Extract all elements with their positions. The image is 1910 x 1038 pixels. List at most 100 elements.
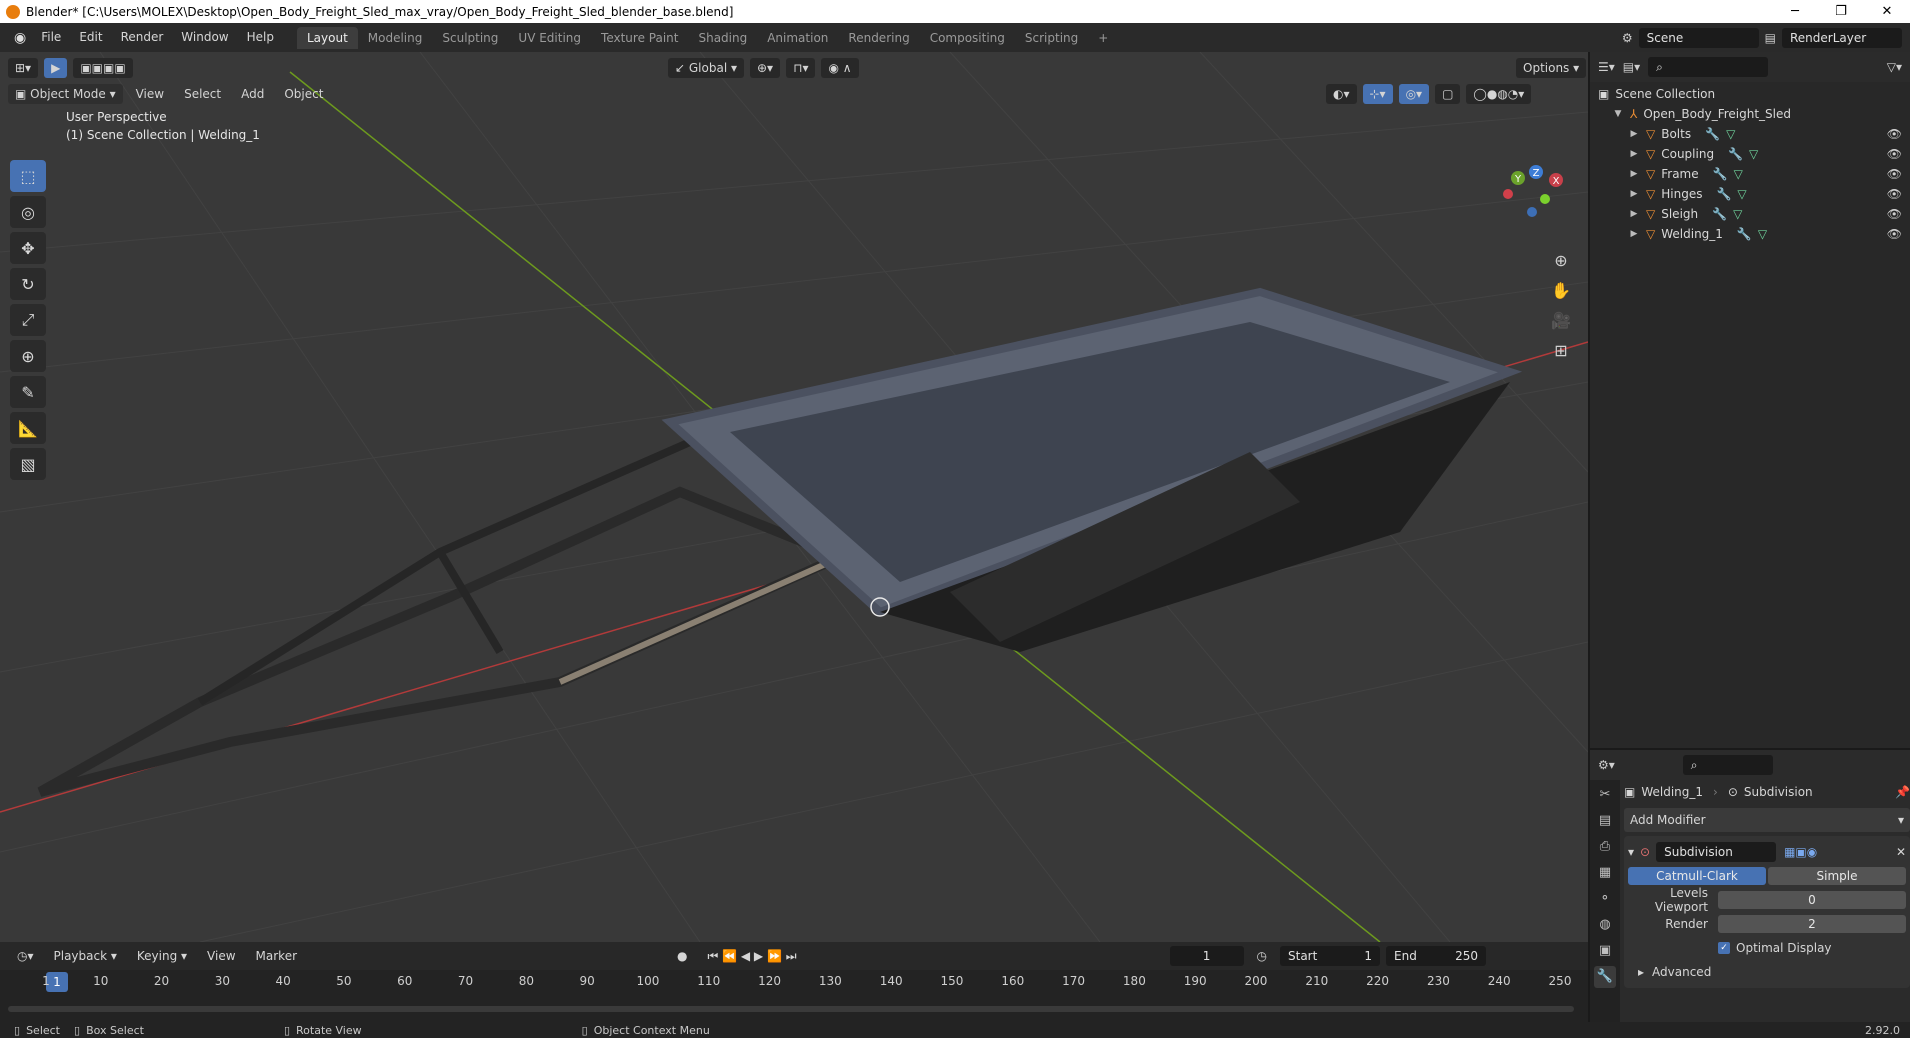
modifier-wrench-icon[interactable]: 🔧 <box>1737 227 1752 241</box>
render-levels-field[interactable]: 2 <box>1718 915 1906 933</box>
editor-type-icon[interactable]: ⊞▾ <box>8 58 39 78</box>
transform-orientation-dropdown[interactable]: ↙ Global ▾ <box>668 58 744 78</box>
eye-icon[interactable]: 👁 <box>1887 147 1902 161</box>
simple-button[interactable]: Simple <box>1768 867 1906 885</box>
tab-rendering[interactable]: Rendering <box>838 27 919 49</box>
tab-uv-editing[interactable]: UV Editing <box>508 27 591 49</box>
expand-icon[interactable]: ▶ <box>1628 189 1640 199</box>
outliner-object-row[interactable]: ▶ ▽ Sleigh 🔧 ▽ 👁 <box>1590 204 1910 224</box>
expand-icon[interactable]: ▶ <box>1628 169 1640 179</box>
select-box-tool-icon[interactable]: ⬚ <box>10 160 46 192</box>
measure-tool-icon[interactable]: 📐 <box>10 412 46 444</box>
expand-icon[interactable]: ▶ <box>1628 149 1640 159</box>
properties-editor-type-icon[interactable]: ⚙▾ <box>1598 758 1615 772</box>
sled-model[interactable] <box>37 287 1523 797</box>
object-tab-icon[interactable]: ▣ <box>1594 940 1616 962</box>
eye-icon[interactable]: 👁 <box>1887 227 1902 241</box>
scale-tool-icon[interactable]: ⤢ <box>10 304 46 336</box>
outliner-object-row[interactable]: ▶ ▽ Hinges 🔧 ▽ 👁 <box>1590 184 1910 204</box>
selection-modes-icon[interactable]: ▣▣▣▣ <box>73 58 133 78</box>
maximize-icon[interactable]: ❐ <box>1818 4 1864 19</box>
object-mode-dropdown[interactable]: ▣ Object Mode ▾ <box>8 84 123 104</box>
transform-tool-icon[interactable]: ⊕ <box>10 340 46 372</box>
menu-marker[interactable]: Marker <box>249 949 304 963</box>
advanced-subpanel[interactable]: ▸ Advanced <box>1628 960 1906 984</box>
outliner-object-row[interactable]: ▶ ▽ Bolts 🔧 ▽ 👁 <box>1590 124 1910 144</box>
expand-icon[interactable]: ▶ <box>1628 229 1640 239</box>
eye-icon[interactable]: 👁 <box>1887 187 1902 201</box>
navigation-gizmo[interactable]: X Z Y <box>1500 164 1570 234</box>
gizmo-neg-y-icon[interactable] <box>1540 194 1550 204</box>
tab-sculpting[interactable]: Sculpting <box>432 27 508 49</box>
display-mode-icon[interactable]: ▤▾ <box>1623 60 1640 74</box>
mesh-data-icon[interactable]: ▽ <box>1749 147 1758 161</box>
modifier-wrench-icon[interactable]: 🔧 <box>1713 167 1728 181</box>
menu-select[interactable]: Select <box>177 84 228 104</box>
outliner-editor-type-icon[interactable]: ☰▾ <box>1598 60 1615 74</box>
add-modifier-button[interactable]: Add Modifier ▾ <box>1624 808 1910 832</box>
outliner-object-row[interactable]: ▶ ▽ Frame 🔧 ▽ 👁 <box>1590 164 1910 184</box>
end-frame-field[interactable]: End 250 <box>1386 946 1486 966</box>
select-mode-icon[interactable]: ▶ <box>44 58 68 78</box>
gizmo-toggle-icon[interactable]: ⊹▾ <box>1362 84 1393 104</box>
pivot-point-icon[interactable]: ⊕▾ <box>750 58 781 78</box>
timeline-editor-type-icon[interactable]: ◷▾ <box>10 949 41 963</box>
gizmo-neg-z-icon[interactable] <box>1527 207 1537 217</box>
filter-icon[interactable]: ▽▾ <box>1887 60 1902 74</box>
scene-collection-row[interactable]: ▣ Scene Collection <box>1590 84 1910 104</box>
menu-add[interactable]: Add <box>234 84 271 104</box>
zoom-icon[interactable]: ⊕ <box>1548 248 1574 274</box>
menu-object[interactable]: Object <box>277 84 330 104</box>
shading-modes-icon[interactable]: ◯●◍◔▾ <box>1466 84 1532 104</box>
optimal-display-checkbox[interactable]: ✓ <box>1718 942 1730 954</box>
expand-icon[interactable]: ▼ <box>1612 109 1624 119</box>
modifier-wrench-icon[interactable]: 🔧 <box>1712 207 1727 221</box>
start-frame-field[interactable]: Start 1 <box>1280 946 1380 966</box>
eye-icon[interactable]: 👁 <box>1887 167 1902 181</box>
tab-texture-paint[interactable]: Texture Paint <box>591 27 688 49</box>
preview-range-icon[interactable]: ◷ <box>1250 949 1274 963</box>
blender-menu-icon[interactable]: ◉ <box>8 30 32 46</box>
options-button[interactable]: Options ▾ <box>1516 58 1587 78</box>
eye-icon[interactable]: 👁 <box>1887 207 1902 221</box>
current-frame-field[interactable]: 1 <box>1169 946 1244 966</box>
tab-compositing[interactable]: Compositing <box>920 27 1015 49</box>
menu-file[interactable]: File <box>32 23 70 52</box>
playback-controls[interactable]: ⏮ ⏪ ◀ ▶ ⏩ ⏭ <box>701 949 804 964</box>
move-tool-icon[interactable]: ✥ <box>10 232 46 264</box>
timeline-scrollbar[interactable] <box>8 1006 1574 1012</box>
3d-viewport[interactable]: ⊞▾ ▶ ▣▣▣▣ ↙ Global ▾ ⊕▾ ⊓▾ ◉ ∧ Options ▾… <box>0 52 1588 942</box>
menu-help[interactable]: Help <box>238 23 283 52</box>
mesh-data-icon[interactable]: ▽ <box>1733 207 1742 221</box>
pan-hand-icon[interactable]: ✋ <box>1548 278 1574 304</box>
modifier-visibility-icons[interactable]: ▦▣◉ <box>1784 845 1817 859</box>
modifier-name-field[interactable]: Subdivision <box>1656 842 1777 862</box>
menu-window[interactable]: Window <box>172 23 237 52</box>
properties-search-input[interactable]: ⌕ <box>1682 755 1773 775</box>
perspective-toggle-icon[interactable]: ⊞ <box>1548 338 1574 364</box>
menu-playback[interactable]: Playback ▾ <box>47 949 124 963</box>
render-layer-field[interactable]: RenderLayer <box>1782 27 1902 48</box>
add-cube-tool-icon[interactable]: ▧ <box>10 448 46 480</box>
record-icon[interactable]: ● <box>670 949 694 963</box>
mesh-data-icon[interactable]: ▽ <box>1737 187 1746 201</box>
view-layer-tab-icon[interactable]: ▦ <box>1594 862 1616 884</box>
scene-field[interactable]: Scene <box>1638 27 1759 48</box>
menu-render[interactable]: Render <box>112 23 173 52</box>
scene-tab-icon[interactable]: ⚬ <box>1594 888 1616 910</box>
tab-layout[interactable]: Layout <box>296 26 358 49</box>
delete-modifier-icon[interactable]: ✕ <box>1896 845 1906 859</box>
add-workspace-icon[interactable]: + <box>1088 27 1118 49</box>
close-icon[interactable]: ✕ <box>1864 4 1910 19</box>
menu-edit[interactable]: Edit <box>70 23 111 52</box>
render-tab-icon[interactable]: ▤ <box>1594 810 1616 832</box>
outliner-object-row[interactable]: ▶ ▽ Coupling 🔧 ▽ 👁 <box>1590 144 1910 164</box>
pin-icon[interactable]: 📌 <box>1895 785 1910 799</box>
expand-icon[interactable]: ▶ <box>1628 209 1640 219</box>
annotate-tool-icon[interactable]: ✎ <box>10 376 46 408</box>
mesh-data-icon[interactable]: ▽ <box>1726 127 1735 141</box>
mesh-data-icon[interactable]: ▽ <box>1758 227 1767 241</box>
menu-keying[interactable]: Keying ▾ <box>130 949 194 963</box>
overlay-toggle-icon[interactable]: ◎▾ <box>1398 84 1430 104</box>
proportional-edit-icon[interactable]: ◉ ∧ <box>821 58 859 78</box>
